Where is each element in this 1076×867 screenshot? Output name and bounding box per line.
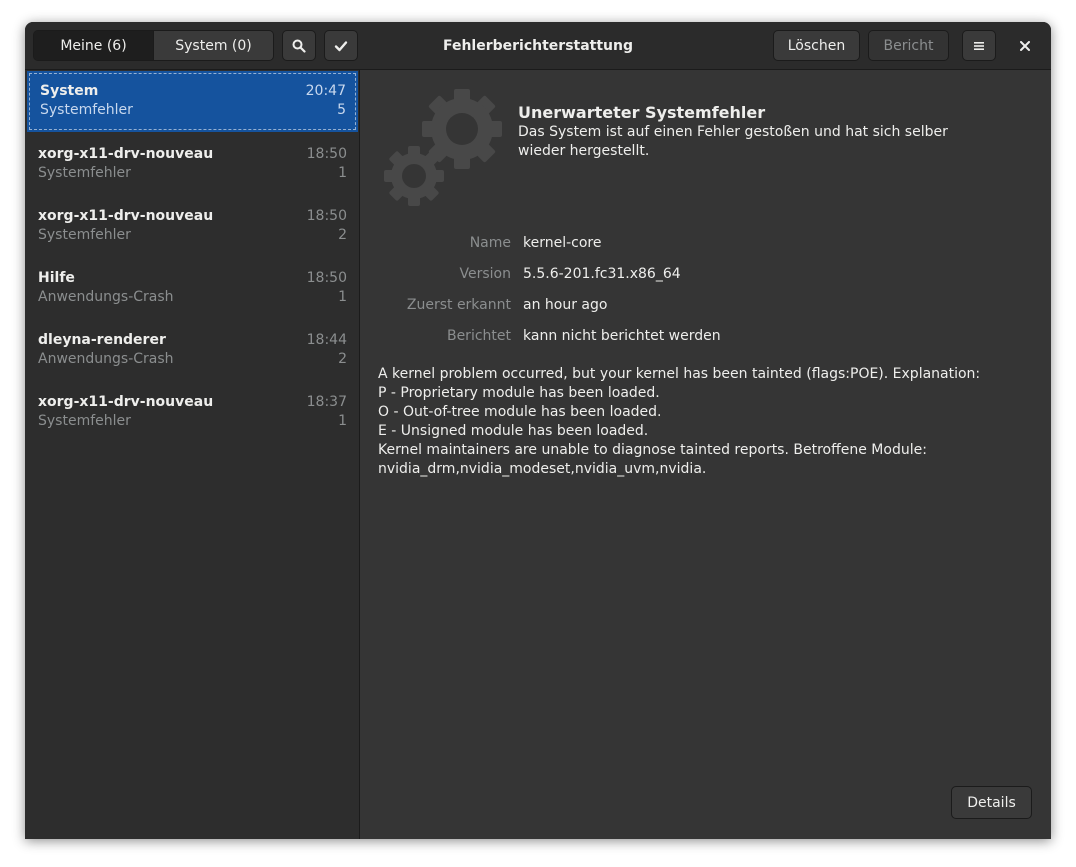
field-value-first-detected: an hour ago (523, 297, 608, 313)
problem-name: dleyna-renderer (38, 332, 166, 348)
problem-type: Systemfehler (40, 102, 133, 118)
gears-icon (384, 89, 502, 206)
problem-count: 1 (338, 413, 347, 429)
tab-system[interactable]: System (0) (153, 31, 273, 60)
details-button[interactable]: Details (951, 786, 1032, 819)
problem-time: 18:50 (306, 146, 347, 162)
problem-time: 18:37 (306, 394, 347, 410)
problem-count: 2 (338, 351, 347, 367)
field-label-first-detected: Zuerst erkannt (406, 297, 511, 313)
search-button[interactable] (282, 30, 316, 61)
report-button[interactable]: Bericht (868, 30, 949, 61)
window-title: Fehlerberichterstattung (442, 37, 634, 54)
problem-time: 20:47 (305, 83, 346, 99)
problem-details: Unerwarteter Systemfehler Das System ist… (360, 70, 1051, 839)
delete-button[interactable]: Löschen (773, 30, 860, 61)
problem-time: 18:44 (306, 332, 347, 348)
field-value-reported: kann nicht berichtet werden (523, 328, 721, 344)
tab-meine[interactable]: Meine (6) (34, 31, 153, 60)
problem-description: Das System ist auf einen Fehler gestoßen… (518, 124, 948, 159)
checkmark-icon (334, 40, 348, 51)
close-button[interactable] (1013, 34, 1037, 58)
problem-list: System 20:47 Systemfehler 5 xorg-x11-drv… (25, 70, 360, 839)
problem-name: xorg-x11-drv-nouveau (38, 394, 214, 410)
field-value-version: 5.5.6-201.fc31.x86_64 (523, 266, 681, 282)
problem-count: 5 (337, 102, 346, 118)
problem-type: Anwendungs-Crash (38, 351, 174, 367)
search-icon (292, 39, 306, 53)
problem-count: 1 (338, 289, 347, 305)
problem-name: xorg-x11-drv-nouveau (38, 208, 214, 224)
selection-mode-button[interactable] (324, 30, 358, 61)
field-label-reported: Berichtet (446, 328, 511, 344)
field-label-version: Version (459, 266, 511, 282)
problem-type: Anwendungs-Crash (38, 289, 174, 305)
app-window: Meine (6) System (0) Fehlerberichterstat… (25, 22, 1051, 839)
problem-time: 18:50 (306, 270, 347, 286)
menu-button[interactable] (962, 30, 996, 61)
problem-name: Hilfe (38, 270, 75, 286)
problem-explanation: A kernel problem occurred, but your kern… (378, 366, 981, 477)
close-icon (1020, 41, 1030, 51)
problem-title: Unerwarteter Systemfehler (518, 103, 766, 122)
problem-type: Systemfehler (38, 413, 131, 429)
problem-name: System (40, 83, 99, 99)
problem-row[interactable]: Hilfe 18:50 Anwendungs-Crash 1 (25, 258, 359, 320)
problem-row[interactable]: xorg-x11-drv-nouveau 18:50 Systemfehler … (25, 196, 359, 258)
problem-type: Systemfehler (38, 227, 131, 243)
problem-type: Systemfehler (38, 165, 131, 181)
field-value-name: kernel-core (523, 235, 602, 251)
hamburger-menu-icon (974, 41, 984, 50)
problem-count: 1 (338, 165, 347, 181)
problem-row[interactable]: xorg-x11-drv-nouveau 18:37 Systemfehler … (25, 382, 359, 444)
problem-row[interactable]: dleyna-renderer 18:44 Anwendungs-Crash 2 (25, 320, 359, 382)
view-switcher: Meine (6) System (0) (33, 30, 274, 61)
headerbar: Meine (6) System (0) Fehlerberichterstat… (25, 22, 1051, 70)
problem-name: xorg-x11-drv-nouveau (38, 146, 214, 162)
problem-time: 18:50 (306, 208, 347, 224)
problem-row[interactable]: xorg-x11-drv-nouveau 18:50 Systemfehler … (25, 134, 359, 196)
problem-row[interactable]: System 20:47 Systemfehler 5 (27, 71, 358, 132)
problem-count: 2 (338, 227, 347, 243)
field-label-name: Name (469, 235, 511, 251)
